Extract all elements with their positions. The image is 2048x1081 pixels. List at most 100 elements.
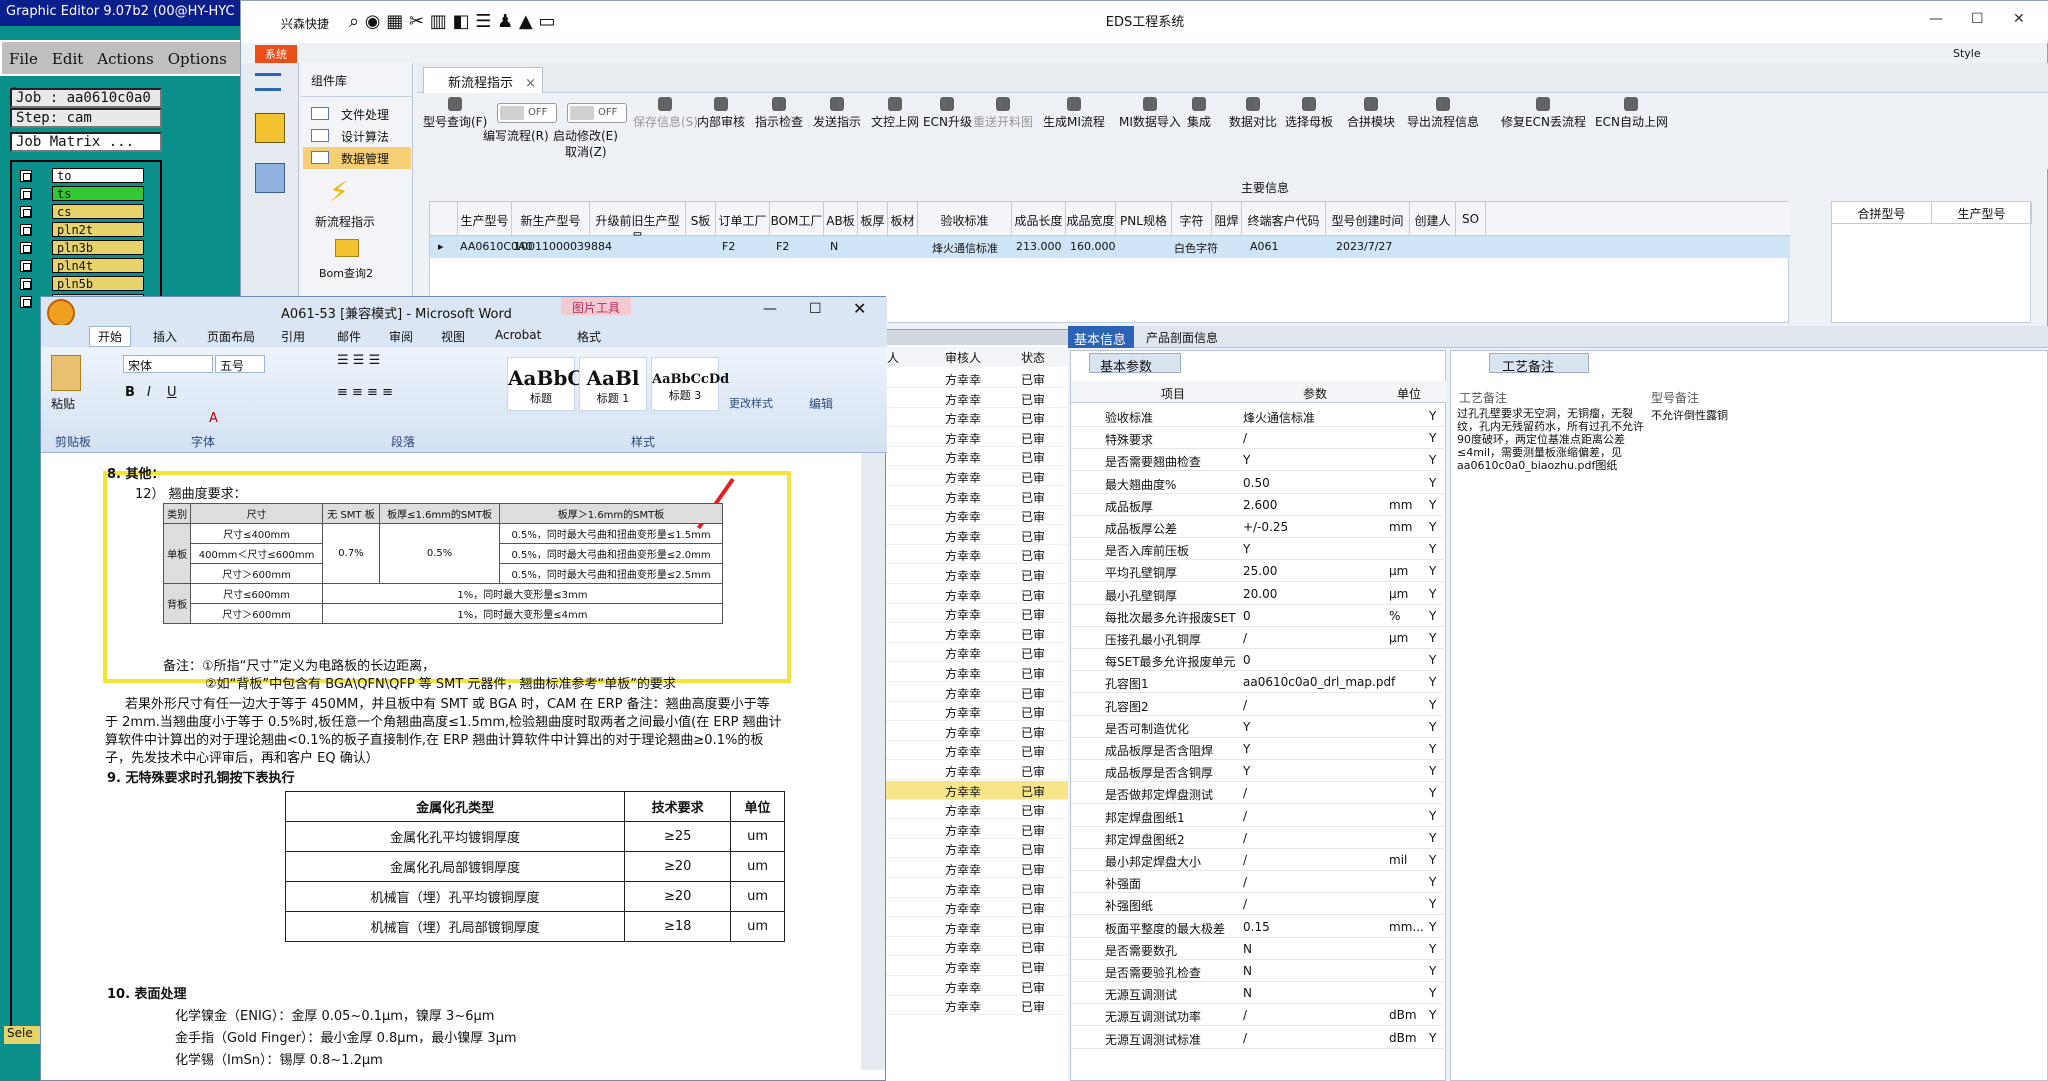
col-header[interactable]: BOM工厂 [770,202,824,236]
col-header[interactable]: 成品宽度 [1066,202,1116,236]
maximize-icon[interactable]: ☐ [809,301,822,317]
param-row[interactable]: 补强图纸 / Y [1071,893,1447,916]
param-row[interactable]: 成品板厚 2.600 mm Y [1071,494,1447,516]
approver-row[interactable]: 方幸幸 已审 [881,800,1071,820]
layer-checkbox[interactable] [20,242,32,254]
tab-basic-params[interactable]: 基本参数 [1089,353,1181,375]
param-row[interactable]: 验收标准 烽火通信标准 Y [1071,405,1447,427]
param-row[interactable]: 无源互调测试 N Y [1071,982,1447,1005]
tb-write-flow[interactable]: 编写流程(R) [483,127,549,144]
tb-cancel[interactable]: 取消(Z) [565,143,607,160]
approver-row[interactable]: 方幸幸 已审 [881,624,1071,643]
model-note-text[interactable]: 不允许倒性露铜 [1651,407,1851,423]
nav-bom-query[interactable]: Bom查询2 [319,265,373,281]
layer-checkbox[interactable] [20,278,32,290]
tool-icon[interactable] [255,113,285,143]
layer-checkbox[interactable] [20,188,32,200]
col-header[interactable]: 字符 [1172,202,1212,236]
tab-references[interactable]: 引用 [281,328,305,345]
tab-home[interactable]: 开始 [89,326,132,347]
param-row[interactable]: 孔容图1 aa0610c0a0_drl_map.pdf Y [1071,671,1447,694]
paste-label[interactable]: 粘贴 [51,395,75,412]
param-row[interactable]: 每批次最多允许报废SET 0% Y [1071,605,1447,627]
col-header[interactable]: 验收标准 [918,202,1012,236]
approver-row[interactable]: 方幸幸 已审 [881,604,1071,624]
italic-icon[interactable]: I [147,385,151,400]
minimize-icon[interactable]: — [1929,11,1943,27]
close-icon[interactable]: ✕ [853,299,866,318]
approver-row[interactable]: 方幸幸 已审 [881,761,1071,780]
tab-process-notes[interactable]: 工艺备注 [1489,353,1589,375]
col-header[interactable]: 生产型号 [1932,202,2032,224]
col-header[interactable]: 升级前旧生产型号 [590,202,686,245]
tab-view[interactable]: 视图 [441,328,465,345]
approver-row[interactable]: 方幸幸 已审 [881,977,1071,996]
param-row[interactable]: 是否需要验孔检查 N Y [1071,960,1447,982]
change-style-button[interactable]: 更改样式 [729,395,773,411]
approver-row[interactable]: 方幸幸 已审 [881,859,1071,878]
tab-format[interactable]: 格式 [577,328,601,345]
tab-insert[interactable]: 插入 [153,328,177,345]
approver-row[interactable]: 方幸幸 已审 [881,780,1071,800]
tab-close-icon[interactable]: × [525,76,536,91]
tb-doc-online[interactable]: 文控上网 [871,93,919,130]
approver-row[interactable]: 方幸幸 已审 [881,467,1071,486]
approver-row[interactable]: 方幸幸 已审 [881,722,1071,741]
maximize-icon[interactable]: ☐ [1971,11,1984,27]
layer-checkbox[interactable] [20,296,32,308]
param-row[interactable]: 特殊要求 / Y [1071,427,1447,450]
tab-profile-info[interactable]: 产品剖面信息 [1146,329,1218,346]
approver-row[interactable]: 方幸幸 已审 [881,526,1071,545]
approver-row[interactable]: 方幸幸 已审 [881,996,1071,1016]
col-header[interactable]: 板厚 [858,202,888,236]
tb-start-modify[interactable]: 启动修改(E) [553,127,618,144]
bold-icon[interactable]: B [125,385,135,400]
tb-model-query[interactable]: 型号查询(F) [423,93,487,130]
tb-merge-module[interactable]: 合拼模块 [1347,93,1395,130]
job-matrix-button[interactable]: Job Matrix ... [10,132,162,152]
approver-row[interactable]: 方幸幸 已审 [881,447,1071,467]
menu-file[interactable]: File [2,42,45,76]
minimize-icon[interactable]: — [763,301,777,317]
office-button-icon[interactable] [47,299,75,327]
param-row[interactable]: 成品板厚是否含铜厚 Y Y [1071,760,1447,783]
close-icon[interactable]: ✕ [2013,11,2025,27]
tb-repair-ecn[interactable]: 修复ECN丢流程 [1501,93,1586,130]
param-row[interactable]: 成品板厚公差 +/-0.25 mm Y [1071,516,1447,538]
layer-checkbox[interactable] [20,206,32,218]
calculator-icon[interactable] [255,163,285,193]
tb-mi-import[interactable]: MI数据导入 [1119,93,1181,130]
param-row[interactable]: 是否需要数孔 N Y [1071,938,1447,960]
col-header[interactable]: 新生产型号 [512,202,590,236]
hamburger-icon[interactable] [255,73,281,91]
param-row[interactable]: 孔容图2 / Y [1071,694,1447,716]
edit-button[interactable]: 编辑 [809,395,833,412]
menu-options[interactable]: Options [161,42,234,76]
param-row[interactable]: 邦定焊盘图纸1 / Y [1071,805,1447,827]
system-tab[interactable]: 系统 [255,45,297,65]
style-title[interactable]: AaBbC 标题 [507,357,583,411]
comp-item-file[interactable]: 文件处理 [303,103,411,125]
param-row[interactable]: 最大翘曲度% 0.50 Y [1071,472,1447,494]
list-icon[interactable]: ☰ ☰ ☰ [337,353,380,368]
tb-ecn-auto-online[interactable]: ECN自动上网 [1595,93,1668,130]
col-header[interactable]: 阻焊 [1212,202,1242,236]
param-row[interactable]: 邦定焊盘图纸2 / Y [1071,827,1447,849]
approver-row[interactable]: 方幸幸 已审 [881,408,1071,428]
table-row[interactable]: ▸ AA0610C0A0 10011000039884 F2 F2 N 烽火通信… [430,236,1790,258]
tab-mailings[interactable]: 邮件 [337,328,361,345]
col-header[interactable]: SO [1456,202,1486,236]
ge-select-button[interactable]: Sele [4,1026,44,1044]
toggle-write-flow[interactable]: OFF [497,103,557,123]
tb-internal-review[interactable]: 内部审核 [697,93,745,130]
word-document[interactable]: 8. 其他： 12） 翘曲度要求： 类别 尺寸无 SMT 板板厚≤1.6mm的SM… [41,453,857,1070]
tb-save-info[interactable]: 保存信息(S) [633,93,698,130]
paste-icon[interactable] [51,355,81,391]
param-row[interactable]: 是否可制造优化 Y Y [1071,716,1447,738]
param-row[interactable]: 无源互调测试标准 / dBm Y [1071,1027,1447,1049]
param-row[interactable]: 平均孔壁铜厚 25.00 μm Y [1071,560,1447,583]
col-header[interactable]: AB板 [824,202,858,236]
word-scrollbar[interactable] [861,453,885,1070]
param-row[interactable]: 成品板厚是否含阻焊 Y Y [1071,738,1447,760]
font-size-select[interactable]: 五号 [215,355,265,373]
